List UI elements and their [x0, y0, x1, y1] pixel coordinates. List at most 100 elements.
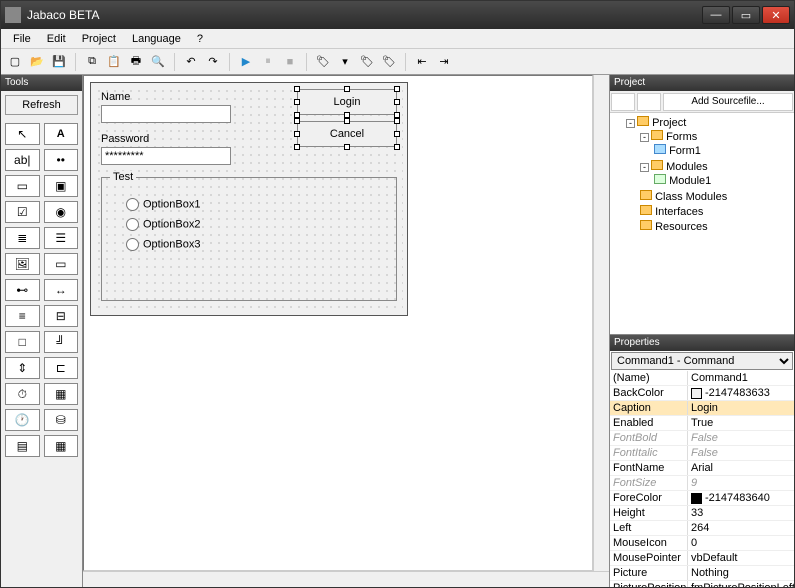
tool-slider-icon[interactable]: ⊷ [5, 279, 40, 301]
optionbox2[interactable]: OptionBox2 [126, 218, 200, 231]
name-label[interactable]: Name [101, 91, 130, 103]
property-row[interactable]: FontBoldFalse [610, 431, 794, 446]
indent-out-icon[interactable]: ⇤ [412, 52, 432, 72]
property-value[interactable]: 9 [688, 476, 794, 490]
tree-class-modules[interactable]: Class Modules [655, 191, 727, 203]
refresh-button[interactable]: Refresh [5, 95, 78, 115]
property-value[interactable]: Arial [688, 461, 794, 475]
tool-vscroll-icon[interactable]: ≡ [5, 305, 40, 327]
indent-in-icon[interactable]: ⇥ [434, 52, 454, 72]
tool-richtext-icon[interactable]: ▤ [5, 435, 40, 457]
property-row[interactable]: CaptionLogin [610, 401, 794, 416]
form1-canvas[interactable]: Name Password Login Cancel [90, 82, 408, 316]
tool-shape-icon[interactable]: □ [5, 331, 40, 353]
designer-canvas[interactable]: Name Password Login Cancel [83, 75, 593, 571]
view-form-icon[interactable] [637, 93, 661, 111]
tree-form1[interactable]: Form1 [669, 145, 701, 157]
selection-handle[interactable] [294, 118, 300, 124]
tool-textbox-icon[interactable]: ab| [5, 149, 40, 171]
tool-updown-icon[interactable]: ⇕ [5, 357, 40, 379]
selection-handle[interactable] [294, 131, 300, 137]
property-row[interactable]: (Name)Command1 [610, 371, 794, 386]
property-value[interactable]: -2147483640 [688, 491, 794, 505]
dropdown-icon[interactable]: ▾ [335, 52, 355, 72]
tool-passwordbox-icon[interactable]: •• [44, 149, 79, 171]
tool-combobox-icon[interactable]: ☰ [44, 227, 79, 249]
tool-line-icon[interactable]: ╝ [44, 331, 79, 353]
expand-icon[interactable]: - [640, 133, 649, 142]
minimize-button[interactable]: — [702, 6, 730, 24]
test-groupbox[interactable]: Test OptionBox1 OptionBox2 OptionBox3 [101, 177, 397, 301]
copy-icon[interactable]: ⧉ [82, 52, 102, 72]
property-value[interactable]: -2147483633 [688, 386, 794, 400]
tag-icon[interactable]: 🏷 [313, 52, 333, 72]
property-grid[interactable]: (Name)Command1BackColor-2147483633Captio… [610, 371, 794, 587]
designer-hscroll[interactable] [83, 571, 609, 587]
menu-project[interactable]: Project [74, 31, 124, 47]
tool-tree-icon[interactable]: ⊟ [44, 305, 79, 327]
property-row[interactable]: PictureNothing [610, 566, 794, 581]
selection-handle[interactable] [294, 86, 300, 92]
paste-icon[interactable]: 📋 [104, 52, 124, 72]
tool-radio-icon[interactable]: ◉ [44, 201, 79, 223]
property-row[interactable]: EnabledTrue [610, 416, 794, 431]
property-row[interactable]: FontSize9 [610, 476, 794, 491]
property-value[interactable]: vbDefault [688, 551, 794, 565]
property-value[interactable]: Login [688, 401, 794, 415]
property-value[interactable]: True [688, 416, 794, 430]
property-value[interactable]: fmPicturePositionLeftCenter [688, 581, 794, 587]
stop-icon[interactable]: ■ [280, 52, 300, 72]
tool-picturebox-icon[interactable]: ▣ [44, 175, 79, 197]
tool-label-icon[interactable]: A [44, 123, 79, 145]
menu-language[interactable]: Language [124, 31, 189, 47]
menu-help[interactable]: ? [189, 31, 211, 47]
property-value[interactable]: 0 [688, 536, 794, 550]
tree-module1[interactable]: Module1 [669, 175, 711, 187]
tool-calendar-icon[interactable]: ▦ [44, 435, 79, 457]
close-button[interactable]: ✕ [762, 6, 790, 24]
property-row[interactable]: ForeColor-2147483640 [610, 491, 794, 506]
selection-handle[interactable] [394, 99, 400, 105]
expand-icon[interactable]: - [640, 163, 649, 172]
pause-icon[interactable]: ⏸ [258, 52, 278, 72]
tool-frame-icon[interactable]: ▭ [44, 253, 79, 275]
tool-image-icon[interactable]: 🖼 [5, 253, 40, 275]
property-value[interactable]: False [688, 446, 794, 460]
tool-hscroll-icon[interactable]: ↔ [44, 279, 79, 301]
tag3-icon[interactable]: 🏷 [379, 52, 399, 72]
property-row[interactable]: PicturePositionfmPicturePositionLeftCent… [610, 581, 794, 587]
tool-checkbox-icon[interactable]: ☑ [5, 201, 40, 223]
maximize-button[interactable]: ▭ [732, 6, 760, 24]
selection-handle[interactable] [394, 118, 400, 124]
tool-timer-icon[interactable]: ⏱ [5, 383, 40, 405]
selection-handle[interactable] [394, 131, 400, 137]
selection-handle[interactable] [344, 144, 350, 150]
save-icon[interactable]: 💾 [49, 52, 69, 72]
tree-interfaces[interactable]: Interfaces [655, 206, 703, 218]
optionbox3[interactable]: OptionBox3 [126, 238, 200, 251]
undo-icon[interactable]: ↶ [181, 52, 201, 72]
tool-button-icon[interactable]: ▭ [5, 175, 40, 197]
property-value[interactable]: False [688, 431, 794, 445]
run-icon[interactable]: ▶ [236, 52, 256, 72]
tree-modules[interactable]: Modules [666, 161, 708, 173]
property-row[interactable]: MousePointervbDefault [610, 551, 794, 566]
new-form-icon[interactable]: ▢ [5, 52, 25, 72]
print-icon[interactable]: 🖶 [126, 52, 146, 72]
open-icon[interactable]: 📂 [27, 52, 47, 72]
selection-handle[interactable] [394, 144, 400, 150]
find-icon[interactable]: 🔍 [148, 52, 168, 72]
designer-vscroll[interactable] [593, 75, 609, 571]
expand-icon[interactable]: - [626, 119, 635, 128]
tool-grid-icon[interactable]: ▦ [44, 383, 79, 405]
property-row[interactable]: MouseIcon0 [610, 536, 794, 551]
property-row[interactable]: Height33 [610, 506, 794, 521]
property-row[interactable]: FontNameArial [610, 461, 794, 476]
property-object-selector[interactable]: Command1 - Command [611, 352, 793, 370]
menu-file[interactable]: File [5, 31, 39, 47]
tool-pointer-icon[interactable]: ↖ [5, 123, 40, 145]
name-textbox[interactable] [101, 105, 231, 123]
titlebar[interactable]: Jabaco BETA — ▭ ✕ [1, 1, 794, 29]
tree-forms[interactable]: Forms [666, 131, 697, 143]
property-value[interactable]: 264 [688, 521, 794, 535]
